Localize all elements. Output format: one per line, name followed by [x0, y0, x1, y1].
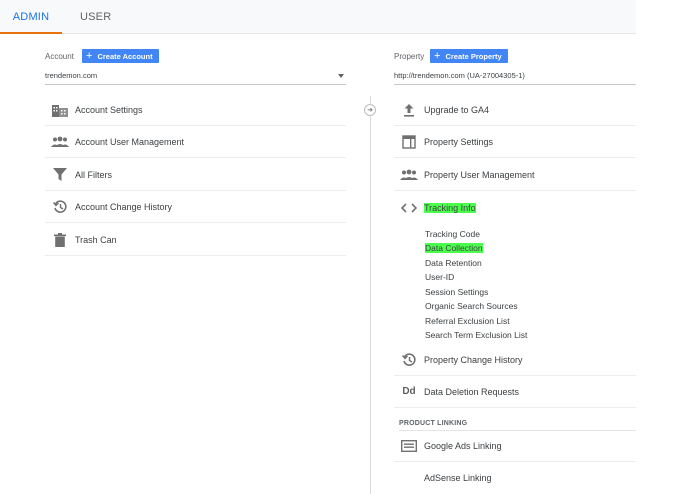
tab-admin[interactable]: ADMIN [0, 0, 62, 34]
session-settings-link[interactable]: Session Settings [425, 287, 488, 297]
google-ads-linking-label: Google Ads Linking [424, 440, 502, 451]
property-settings-label: Property Settings [424, 136, 494, 147]
tracking-info-label: Tracking Info [424, 203, 476, 213]
adsense-linking-label: AdSense Linking [424, 473, 492, 483]
property-user-management-label: Property User Management [424, 169, 535, 180]
search-term-exclusion-list-link[interactable]: Search Term Exclusion List [425, 330, 527, 340]
tracking-info-item[interactable]: Tracking Info [394, 192, 636, 224]
property-change-history-label: Property Change History [424, 354, 523, 365]
create-account-label: Create Account [97, 51, 153, 61]
settings-window-icon [400, 134, 418, 150]
data-retention-link[interactable]: Data Retention [425, 258, 482, 268]
product-linking-heading: PRODUCT LINKING [399, 420, 468, 427]
people-icon [51, 134, 69, 150]
admin-tab-bar: ADMIN USER [0, 0, 636, 34]
upgrade-to-ga4-item[interactable]: Upgrade to GA4 [394, 94, 636, 126]
create-account-button[interactable]: + Create Account [82, 49, 159, 63]
property-selector-value: http://trendemon.com (UA-27004305-1) [394, 71, 525, 80]
all-filters-label: All Filters [75, 169, 113, 180]
create-property-label: Create Property [445, 51, 502, 61]
account-change-history-item[interactable]: Account Change History [45, 191, 346, 223]
trash-icon [51, 232, 69, 248]
tracking-code-link[interactable]: Tracking Code [425, 229, 480, 239]
create-property-button[interactable]: + Create Property [430, 49, 508, 63]
code-icon [400, 200, 418, 216]
property-selector[interactable]: http://trendemon.com (UA-27004305-1) [394, 69, 636, 85]
people-icon [400, 167, 418, 183]
property-user-management-item[interactable]: Property User Management [394, 159, 636, 191]
referral-exclusion-list-link[interactable]: Referral Exclusion List [425, 316, 510, 326]
data-deletion-requests-label: Data Deletion Requests [424, 386, 520, 397]
property-change-history-item[interactable]: Property Change History [394, 344, 636, 376]
google-ads-icon [400, 438, 418, 454]
account-user-management-label: Account User Management [75, 136, 185, 147]
history-icon [51, 199, 69, 215]
building-icon [51, 102, 69, 118]
tab-user[interactable]: USER [80, 0, 111, 34]
organic-search-sources-link[interactable]: Organic Search Sources [425, 301, 518, 311]
account-settings-item[interactable]: Account Settings [45, 94, 346, 126]
dd-icon: Dd [402, 386, 416, 397]
all-filters-item[interactable]: All Filters [45, 159, 346, 191]
account-selector[interactable]: trendemon.com [45, 69, 346, 85]
adsense-linking-item[interactable]: AdSense Linking [394, 462, 636, 494]
filter-icon [51, 167, 69, 183]
chevron-down-icon [338, 74, 344, 78]
trash-can-label: Trash Can [75, 234, 117, 245]
account-user-management-item[interactable]: Account User Management [45, 126, 346, 158]
property-settings-item[interactable]: Property Settings [394, 126, 636, 158]
plus-icon: + [434, 49, 441, 62]
account-selector-value: trendemon.com [45, 71, 98, 80]
column-divider [370, 96, 371, 494]
account-settings-label: Account Settings [75, 104, 143, 115]
upgrade-to-ga4-label: Upgrade to GA4 [424, 104, 490, 115]
upload-icon [400, 102, 418, 118]
trash-can-item[interactable]: Trash Can [45, 224, 346, 256]
property-column-label: Property [394, 52, 425, 61]
account-column-label: Account [45, 52, 74, 61]
google-ads-linking-item[interactable]: Google Ads Linking [394, 430, 636, 462]
user-id-link[interactable]: User-ID [425, 272, 454, 282]
adsense-icon [400, 470, 418, 486]
data-deletion-requests-item[interactable]: Dd Data Deletion Requests [394, 376, 636, 408]
account-change-history-label: Account Change History [75, 201, 173, 212]
data-collection-link[interactable]: Data Collection [425, 243, 483, 253]
history-icon [400, 352, 418, 368]
arrow-right-icon[interactable]: ➜ [364, 104, 376, 116]
plus-icon: + [86, 49, 93, 62]
